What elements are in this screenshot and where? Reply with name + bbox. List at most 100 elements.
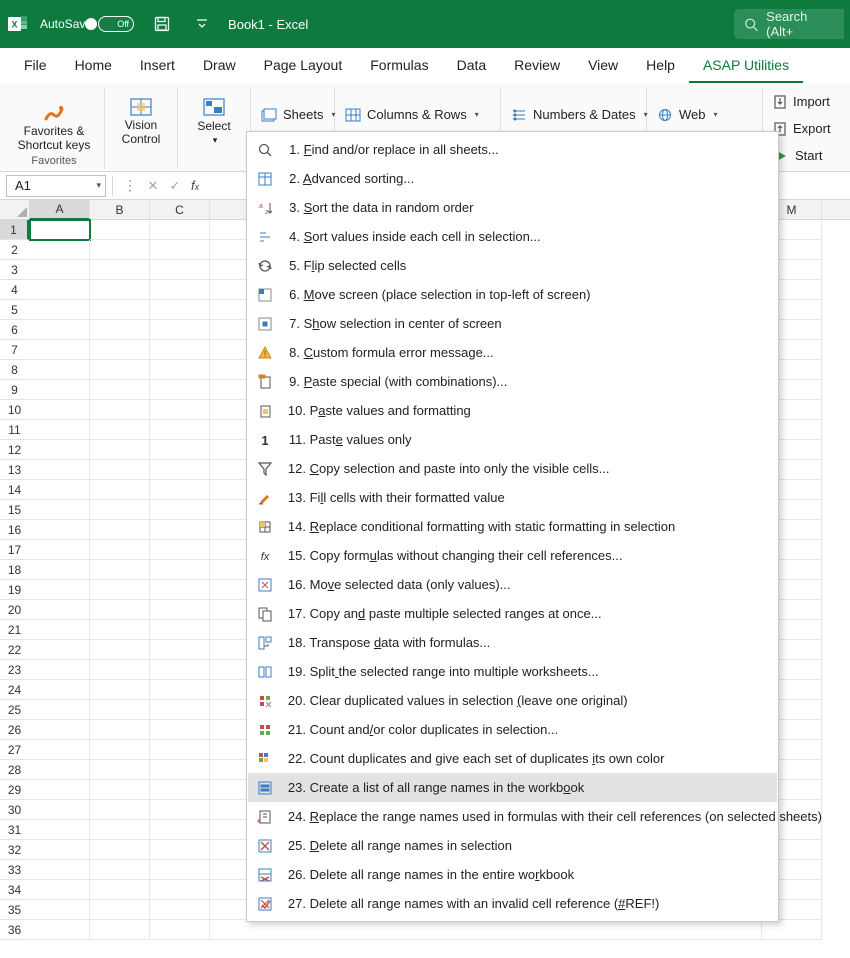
row-header[interactable]: 36 <box>0 920 29 940</box>
row-header[interactable]: 33 <box>0 860 29 880</box>
cell[interactable] <box>150 560 210 580</box>
cell[interactable] <box>90 440 150 460</box>
cell[interactable] <box>90 780 150 800</box>
cell[interactable] <box>30 480 90 500</box>
menu-item-7[interactable]: 7. Show selection in center of screen <box>248 309 777 338</box>
qat-dropdown-icon[interactable] <box>188 10 216 38</box>
cell[interactable] <box>90 860 150 880</box>
cell[interactable] <box>150 480 210 500</box>
cell[interactable] <box>90 540 150 560</box>
row-header[interactable]: 28 <box>0 760 29 780</box>
cell[interactable] <box>150 800 210 820</box>
cell[interactable] <box>30 260 90 280</box>
menu-item-25[interactable]: 25. Delete all range names in selection <box>248 831 777 860</box>
row-header[interactable]: 17 <box>0 540 29 560</box>
menu-item-12[interactable]: 12. Copy selection and paste into only t… <box>248 454 777 483</box>
cell[interactable] <box>150 660 210 680</box>
cell[interactable] <box>150 540 210 560</box>
cell[interactable] <box>90 700 150 720</box>
menu-item-13[interactable]: 13. Fill cells with their formatted valu… <box>248 483 777 512</box>
cell[interactable] <box>30 540 90 560</box>
menu-item-3[interactable]: az3. Sort the data in random order <box>248 193 777 222</box>
name-box[interactable]: A1 ▾ <box>6 175 106 197</box>
menu-item-2[interactable]: 2. Advanced sorting... <box>248 164 777 193</box>
cell[interactable] <box>150 380 210 400</box>
menu-item-18[interactable]: 18. Transpose data with formulas... <box>248 628 777 657</box>
menu-item-20[interactable]: 20. Clear duplicated values in selection… <box>248 686 777 715</box>
row-header[interactable]: 13 <box>0 460 29 480</box>
favorites-shortcut-keys-button[interactable]: Favorites & Shortcut keys <box>12 90 96 153</box>
column-header[interactable]: B <box>90 200 150 219</box>
row-header[interactable]: 3 <box>0 260 29 280</box>
row-header[interactable]: 18 <box>0 560 29 580</box>
cell[interactable] <box>30 860 90 880</box>
menu-item-4[interactable]: 4. Sort values inside each cell in selec… <box>248 222 777 251</box>
cell[interactable] <box>90 880 150 900</box>
cell[interactable] <box>30 380 90 400</box>
chevron-down-icon[interactable]: ▾ <box>96 180 101 191</box>
cell[interactable] <box>150 400 210 420</box>
row-header[interactable]: 22 <box>0 640 29 660</box>
menu-item-23[interactable]: 23. Create a list of all range names in … <box>248 773 777 802</box>
cell[interactable] <box>30 400 90 420</box>
cell[interactable] <box>90 560 150 580</box>
row-header[interactable]: 12 <box>0 440 29 460</box>
cell[interactable] <box>150 240 210 260</box>
cell[interactable] <box>30 560 90 580</box>
menu-item-10[interactable]: 10. Paste values and formatting <box>248 396 777 425</box>
cell[interactable] <box>30 620 90 640</box>
cell[interactable] <box>30 880 90 900</box>
row-header[interactable]: 26 <box>0 720 29 740</box>
row-header[interactable]: 7 <box>0 340 29 360</box>
tab-asap-utilities[interactable]: ASAP Utilities <box>689 49 803 83</box>
cell[interactable] <box>30 760 90 780</box>
columns-rows-button[interactable]: Columns & Rows▾ <box>339 103 496 127</box>
cell[interactable] <box>30 220 90 240</box>
vision-control-button[interactable]: Vision Control <box>113 90 169 153</box>
cell[interactable] <box>90 400 150 420</box>
row-header[interactable]: 30 <box>0 800 29 820</box>
cell[interactable] <box>30 780 90 800</box>
cell[interactable] <box>30 320 90 340</box>
sheets-button[interactable]: Sheets▾ <box>255 103 330 127</box>
cell[interactable] <box>30 460 90 480</box>
cell[interactable] <box>30 820 90 840</box>
autosave-toggle[interactable]: AutoSave Off <box>40 16 134 32</box>
menu-item-17[interactable]: 17. Copy and paste multiple selected ran… <box>248 599 777 628</box>
cell[interactable] <box>30 500 90 520</box>
cell[interactable] <box>150 600 210 620</box>
cell[interactable] <box>150 460 210 480</box>
row-header[interactable]: 29 <box>0 780 29 800</box>
cell[interactable] <box>150 300 210 320</box>
tab-review[interactable]: Review <box>500 49 574 83</box>
menu-item-6[interactable]: 6. Move screen (place selection in top-l… <box>248 280 777 309</box>
cell[interactable] <box>150 320 210 340</box>
row-header[interactable]: 14 <box>0 480 29 500</box>
cell[interactable] <box>90 380 150 400</box>
row-header[interactable]: 27 <box>0 740 29 760</box>
cell[interactable] <box>90 460 150 480</box>
menu-item-1[interactable]: 1. Find and/or replace in all sheets... <box>248 135 777 164</box>
cell[interactable] <box>150 580 210 600</box>
cell[interactable] <box>150 780 210 800</box>
cell[interactable] <box>30 900 90 920</box>
row-header[interactable]: 5 <box>0 300 29 320</box>
cell[interactable] <box>90 580 150 600</box>
menu-item-26[interactable]: 26. Delete all range names in the entire… <box>248 860 777 889</box>
menu-item-19[interactable]: 19. Split the selected range into multip… <box>248 657 777 686</box>
cell[interactable] <box>150 340 210 360</box>
cell[interactable] <box>30 680 90 700</box>
import-button[interactable]: Import <box>767 90 831 113</box>
menu-item-5[interactable]: 5. Flip selected cells <box>248 251 777 280</box>
tab-formulas[interactable]: Formulas <box>356 49 442 83</box>
cell[interactable] <box>90 680 150 700</box>
cell[interactable] <box>30 420 90 440</box>
cell[interactable] <box>90 260 150 280</box>
cell[interactable] <box>150 760 210 780</box>
options-icon[interactable]: ⋮ <box>119 177 141 194</box>
cell[interactable] <box>150 820 210 840</box>
cell[interactable] <box>90 620 150 640</box>
cell[interactable] <box>90 660 150 680</box>
cell[interactable] <box>90 760 150 780</box>
row-header[interactable]: 35 <box>0 900 29 920</box>
